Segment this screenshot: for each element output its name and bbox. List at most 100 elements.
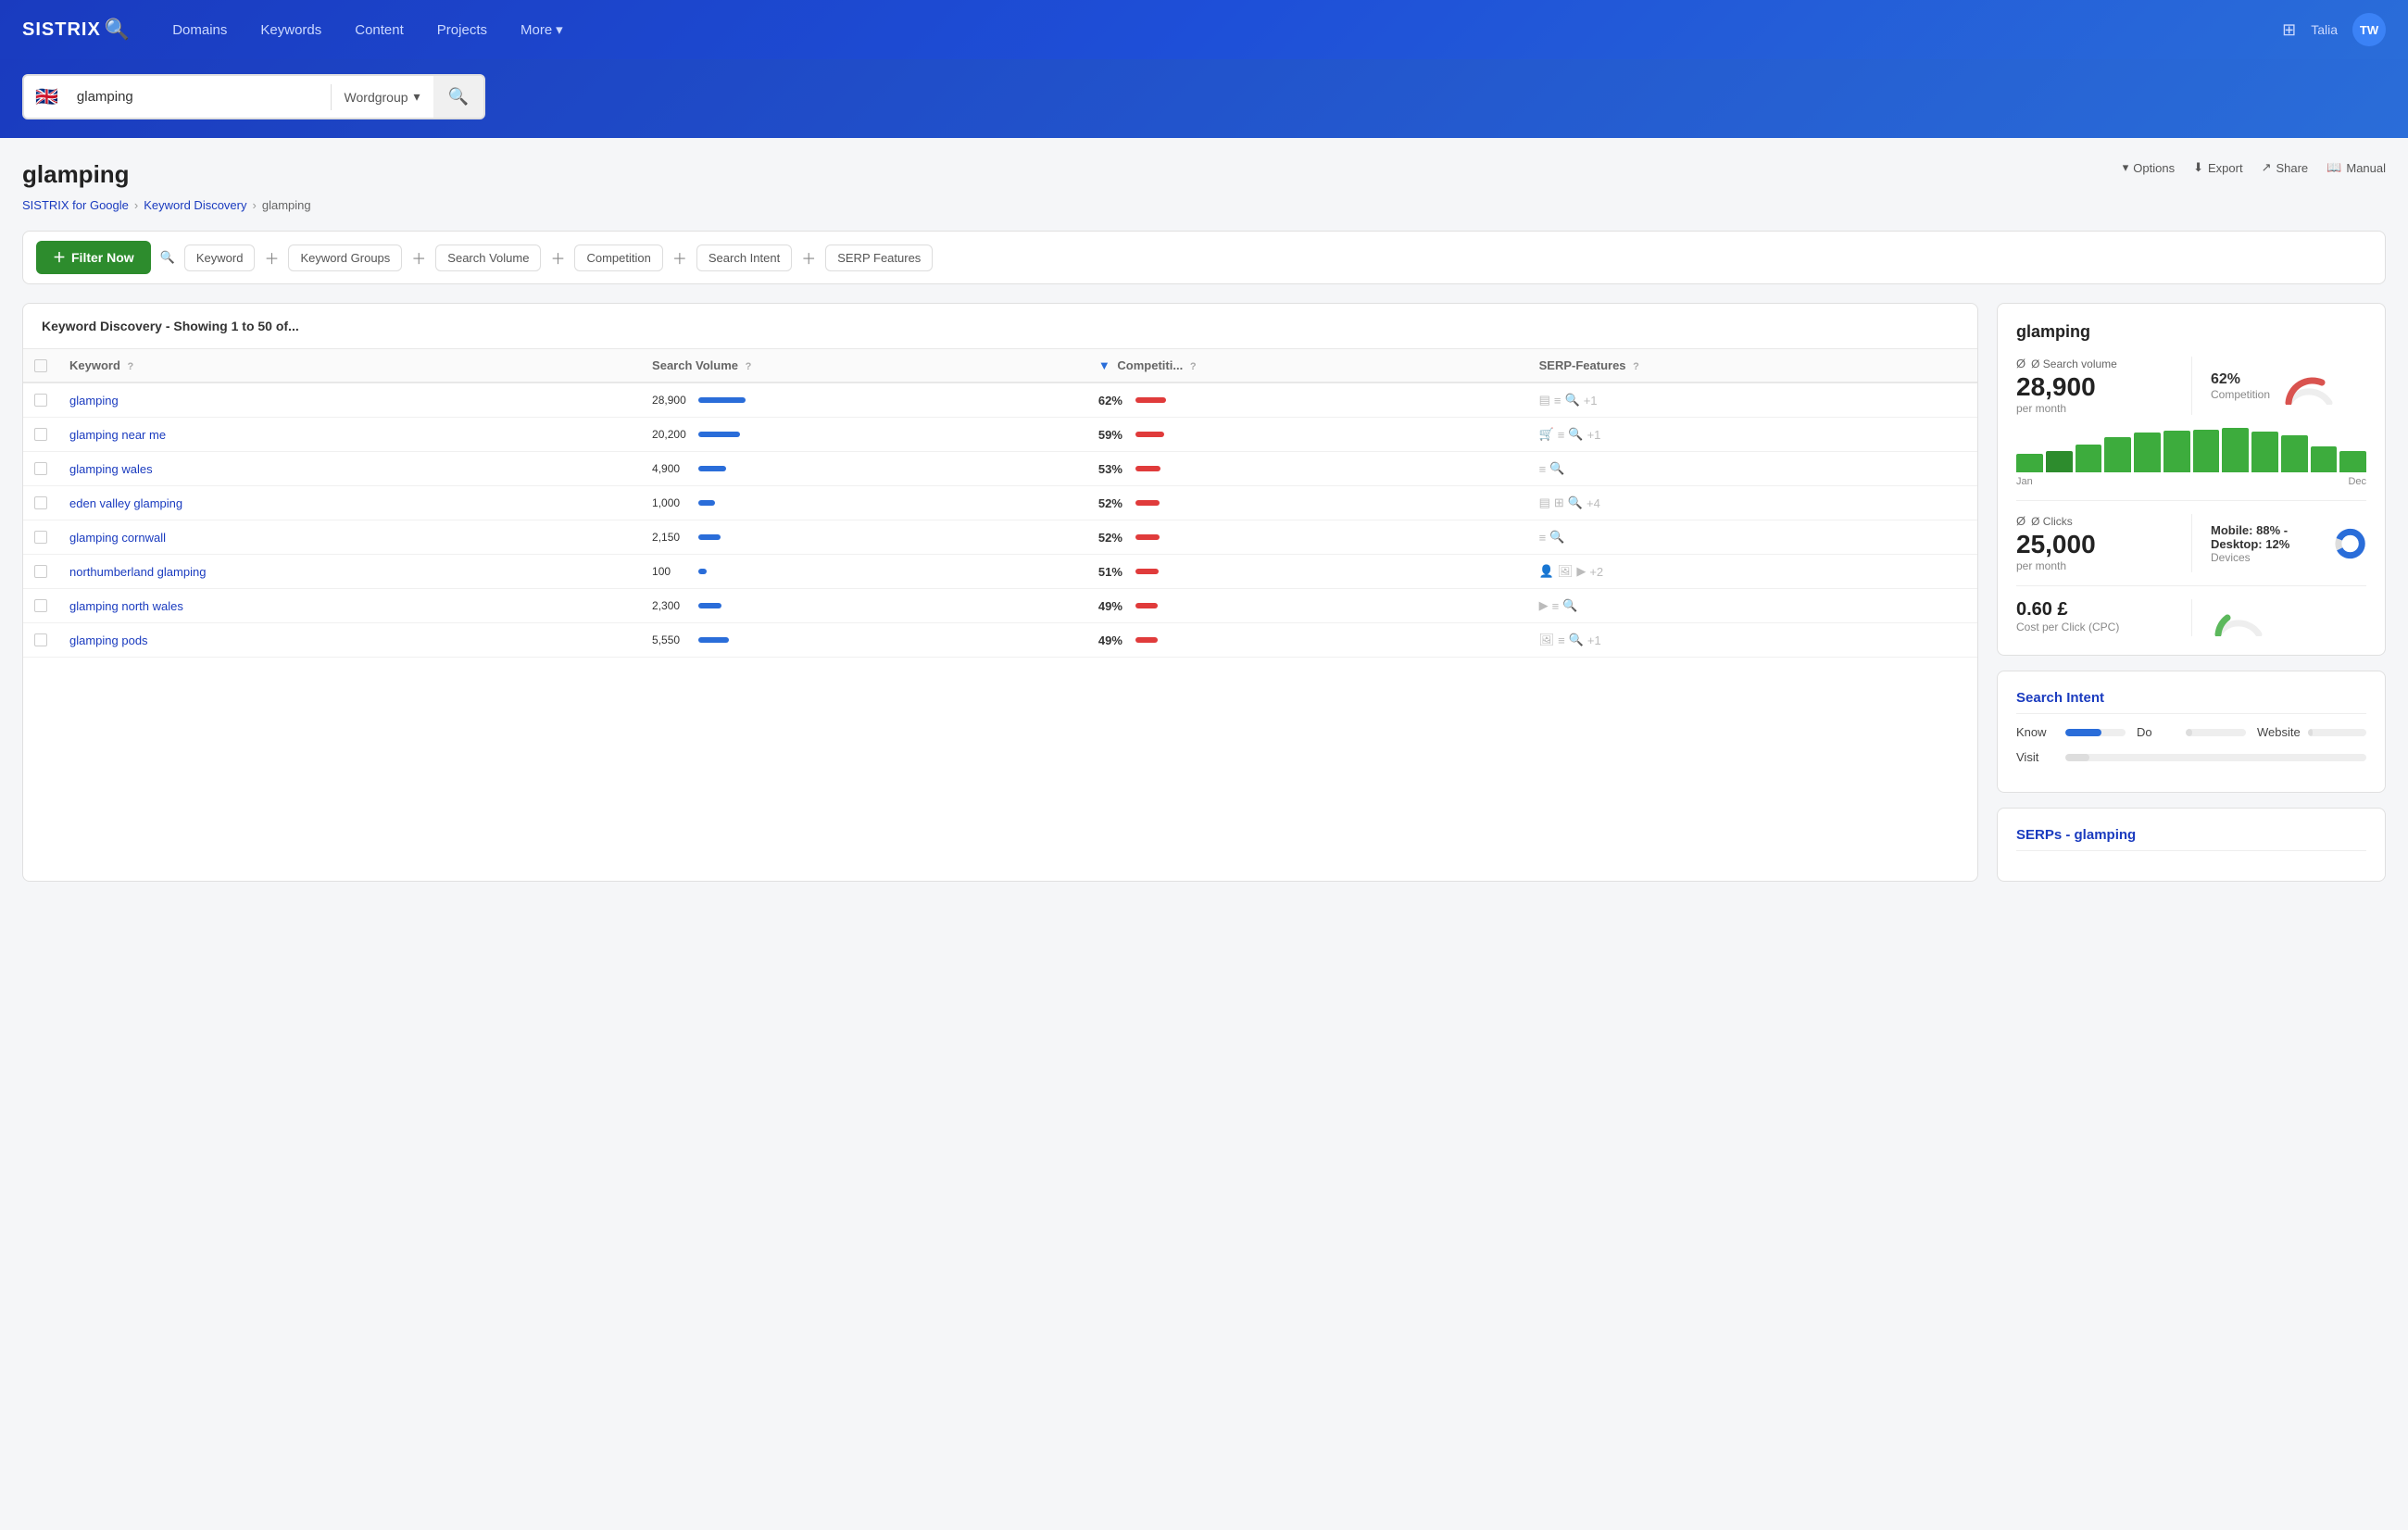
breadcrumb-root[interactable]: SISTRIX for Google xyxy=(22,198,129,212)
competition-pct: 59% xyxy=(1098,428,1128,442)
search-filter-dropdown[interactable]: Wordgroup ▾ xyxy=(332,89,433,105)
serp-icon: 🖼 xyxy=(1539,633,1555,647)
keyword-cell[interactable]: glamping north wales xyxy=(69,599,183,613)
competition-bar-fill xyxy=(1135,466,1161,471)
filter-search-intent[interactable]: Search Intent xyxy=(696,245,792,271)
row-checkbox[interactable] xyxy=(34,633,47,646)
volume-bar-fill xyxy=(698,534,721,540)
serp-icon: ≡ xyxy=(1558,633,1565,647)
competition-bar-fill xyxy=(1135,397,1166,403)
serp-icon: ≡ xyxy=(1554,394,1561,408)
competition-metric: 62% Competition xyxy=(2191,357,2366,415)
keyword-cell[interactable]: glamping xyxy=(69,394,119,408)
keyword-cell[interactable]: glamping near me xyxy=(69,428,166,442)
serp-icons: ≡🔍 xyxy=(1539,530,1966,545)
export-button[interactable]: ⬇ Export xyxy=(2193,160,2242,175)
competition-bar-fill xyxy=(1135,534,1160,540)
row-checkbox[interactable] xyxy=(34,565,47,578)
competition-pct: 62% xyxy=(1098,394,1128,408)
intent-item: Visit xyxy=(2016,750,2366,764)
chart-bar xyxy=(2193,430,2220,472)
metrics-grid-3: 0.60 £ Cost per Click (CPC) xyxy=(2016,599,2366,636)
search-bar-section: 🇬🇧 Wordgroup ▾ 🔍 xyxy=(0,59,2408,138)
avatar[interactable]: TW xyxy=(2352,13,2386,46)
clicks-metric: Ø Ø Clicks 25,000 per month xyxy=(2016,514,2191,572)
filter-now-button[interactable]: ＋ Filter Now xyxy=(36,241,151,274)
keyword-cell[interactable]: glamping cornwall xyxy=(69,531,166,545)
main-content: glamping ▾ Options ⬇ Export ↗ Share 📖 Ma… xyxy=(0,138,2408,882)
row-checkbox[interactable] xyxy=(34,394,47,407)
filter-search-volume[interactable]: Search Volume xyxy=(435,245,541,271)
volume-bar: 28,900 xyxy=(652,394,1076,407)
chevron-down-icon: ▾ xyxy=(556,21,563,38)
table-header: Keyword Discovery - Showing 1 to 50 of..… xyxy=(23,304,1977,349)
grid-icon[interactable]: ⊞ xyxy=(2282,20,2296,40)
row-checkbox[interactable] xyxy=(34,462,47,475)
row-checkbox[interactable] xyxy=(34,428,47,441)
nav-domains[interactable]: Domains xyxy=(159,14,240,45)
serp-help-icon: ? xyxy=(1633,361,1639,372)
volume-bar-fill xyxy=(698,466,726,471)
breadcrumb-keyword-discovery[interactable]: Keyword Discovery xyxy=(144,198,246,212)
nav-content[interactable]: Content xyxy=(342,14,417,45)
manual-button[interactable]: 📖 Manual xyxy=(2326,160,2386,175)
select-all-checkbox[interactable] xyxy=(34,359,47,372)
country-flag-icon[interactable]: 🇬🇧 xyxy=(24,85,69,108)
metrics-grid-1: Ø Ø Search volume 28,900 per month 62% C… xyxy=(2016,357,2366,415)
filter-keyword-groups[interactable]: Keyword Groups xyxy=(288,245,402,271)
keyword-cell[interactable]: glamping wales xyxy=(69,462,153,476)
intent-bar-bg xyxy=(2065,729,2126,736)
intent-bar-fill xyxy=(2308,729,2313,736)
serp-icon: 🔍 xyxy=(1568,495,1583,510)
keyword-cell[interactable]: glamping pods xyxy=(69,633,148,647)
serp-icon: ≡ xyxy=(1552,599,1560,613)
table-wrapper: Keyword ? Search Volume ? ▼ Competiti...… xyxy=(23,349,1977,658)
intent-bar-bg xyxy=(2065,754,2366,761)
intent-bar-fill xyxy=(2065,754,2089,761)
filter-keyword[interactable]: Keyword xyxy=(184,245,256,271)
competition-bar-fill xyxy=(1135,432,1164,437)
intent-bar-fill xyxy=(2186,729,2192,736)
serp-icon: ▶ xyxy=(1576,564,1586,579)
chart-bar xyxy=(2046,451,2073,472)
clicks-sub: per month xyxy=(2016,559,2173,572)
competition-pct: 62% xyxy=(2211,371,2270,388)
chart-bar xyxy=(2104,437,2131,472)
search-button[interactable]: 🔍 xyxy=(433,76,483,118)
competition-pct: 49% xyxy=(1098,599,1128,613)
serp-icon: 🔍 xyxy=(1568,427,1583,442)
breadcrumb: SISTRIX for Google › Keyword Discovery ›… xyxy=(22,198,2386,212)
plus-search-volume-icon: ＋ xyxy=(411,246,426,269)
col-volume[interactable]: Search Volume ? xyxy=(641,349,1087,382)
sort-arrow-icon: ▼ xyxy=(1098,358,1110,372)
table-row: northumberland glamping 100 51% 👤🖼▶+2 xyxy=(23,555,1977,589)
volume-bar: 1,000 xyxy=(652,496,1076,509)
avg-clicks-prefix: Ø xyxy=(2016,514,2025,528)
chart-bar xyxy=(2311,446,2338,472)
nav-more[interactable]: More ▾ xyxy=(508,14,576,45)
options-button[interactable]: ▾ Options xyxy=(2123,160,2175,175)
volume-bar-fill xyxy=(698,603,721,608)
volume-help-icon: ? xyxy=(746,361,752,372)
nav-projects[interactable]: Projects xyxy=(424,14,500,45)
search-volume-sub: per month xyxy=(2016,402,2173,415)
serp-icon: ▶ xyxy=(1539,598,1549,613)
filter-serp-features[interactable]: SERP Features xyxy=(825,245,933,271)
filter-competition[interactable]: Competition xyxy=(574,245,662,271)
competition-bar-fill xyxy=(1135,603,1158,608)
brand-logo[interactable]: SISTRIX 🔍 xyxy=(22,18,130,42)
nav-keywords[interactable]: Keywords xyxy=(247,14,334,45)
row-checkbox[interactable] xyxy=(34,599,47,612)
share-button[interactable]: ↗ Share xyxy=(2262,160,2309,175)
chart-bar xyxy=(2339,451,2366,472)
serp-icon: 🔍 xyxy=(1549,530,1564,545)
intent-row: Know Do Website Visit xyxy=(2016,725,2366,764)
row-checkbox[interactable] xyxy=(34,496,47,509)
col-competition[interactable]: ▼ Competiti... ? xyxy=(1087,349,1528,382)
row-checkbox[interactable] xyxy=(34,531,47,544)
keyword-cell[interactable]: northumberland glamping xyxy=(69,565,206,579)
volume-value: 5,550 xyxy=(652,633,691,646)
search-input[interactable] xyxy=(69,80,331,114)
keyword-cell[interactable]: eden valley glamping xyxy=(69,496,182,510)
volume-bar: 2,300 xyxy=(652,599,1076,612)
